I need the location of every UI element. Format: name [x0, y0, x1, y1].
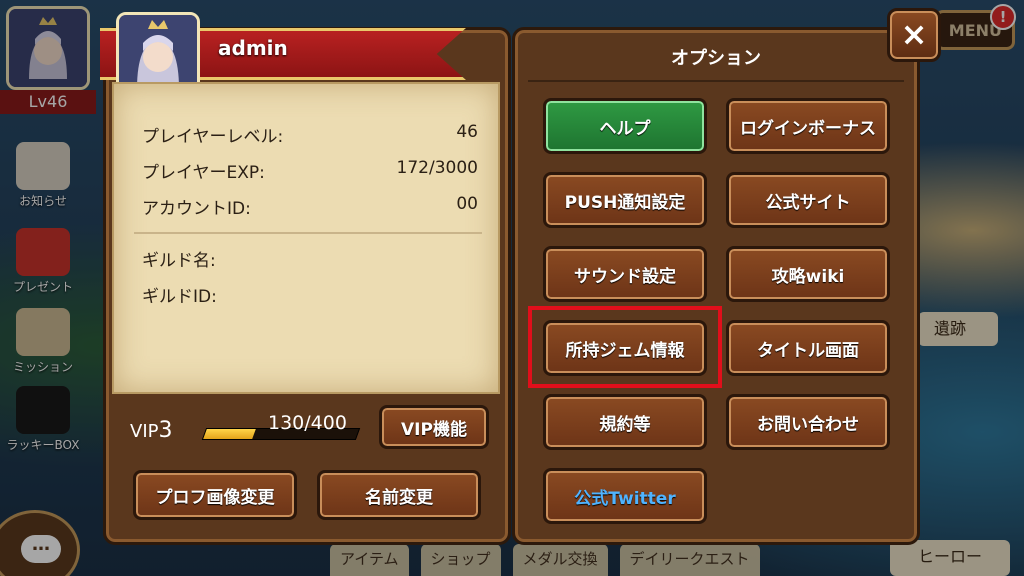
change-name-button[interactable]: 名前変更 [317, 470, 481, 520]
divider [134, 232, 482, 234]
sound-settings-button[interactable]: サウンド設定 [543, 246, 707, 302]
info-value: 46 [456, 122, 478, 142]
info-value: 172/3000 [396, 158, 478, 178]
info-label: アカウントID: [142, 199, 251, 219]
contact-button[interactable]: お問い合わせ [726, 394, 890, 450]
info-row-player-exp: プレイヤーEXP: 172/3000 [142, 158, 478, 183]
close-icon[interactable]: × [887, 8, 941, 62]
info-row-guild-id: ギルドID: [142, 282, 478, 307]
highlight-box [528, 306, 722, 388]
player-name: admin [218, 36, 288, 60]
info-row-player-level: プレイヤーレベル: 46 [142, 122, 478, 147]
strategy-wiki-button[interactable]: 攻略wiki [726, 246, 890, 302]
vip-features-button[interactable]: VIP機能 [379, 405, 489, 449]
terms-button[interactable]: 規約等 [543, 394, 707, 450]
title-screen-button[interactable]: タイトル画面 [726, 320, 890, 376]
info-label: プレイヤーレベル: [142, 127, 284, 147]
help-button[interactable]: ヘルプ [543, 98, 707, 154]
vip-label-text: VIP [130, 421, 159, 442]
login-bonus-button[interactable]: ログインボーナス [726, 98, 890, 154]
profile-info-card: プレイヤーレベル: 46 プレイヤーEXP: 172/3000 アカウントID:… [112, 82, 500, 394]
profile-avatar [116, 12, 200, 92]
options-title: オプション [671, 48, 761, 69]
info-row-guild-name: ギルド名: [142, 246, 478, 271]
info-label: ギルド名: [142, 251, 216, 271]
info-label: ギルドID: [142, 287, 217, 307]
change-profile-image-button[interactable]: プロフ画像変更 [133, 470, 297, 520]
info-label: プレイヤーEXP: [142, 163, 265, 183]
vip-level-number: 3 [158, 418, 173, 443]
info-row-account-id: アカウントID: 00 [142, 194, 478, 219]
push-notification-settings-button[interactable]: PUSH通知設定 [543, 172, 707, 228]
vip-progress-text: 130/400 [268, 412, 347, 434]
character-portrait-icon [119, 15, 197, 89]
vip-progress-fill [203, 429, 257, 439]
divider [528, 80, 904, 82]
vip-level: VIP3 [130, 418, 172, 443]
official-twitter-button[interactable]: 公式Twitter [543, 468, 707, 524]
info-value: 00 [456, 194, 478, 214]
official-site-button[interactable]: 公式サイト [726, 172, 890, 228]
